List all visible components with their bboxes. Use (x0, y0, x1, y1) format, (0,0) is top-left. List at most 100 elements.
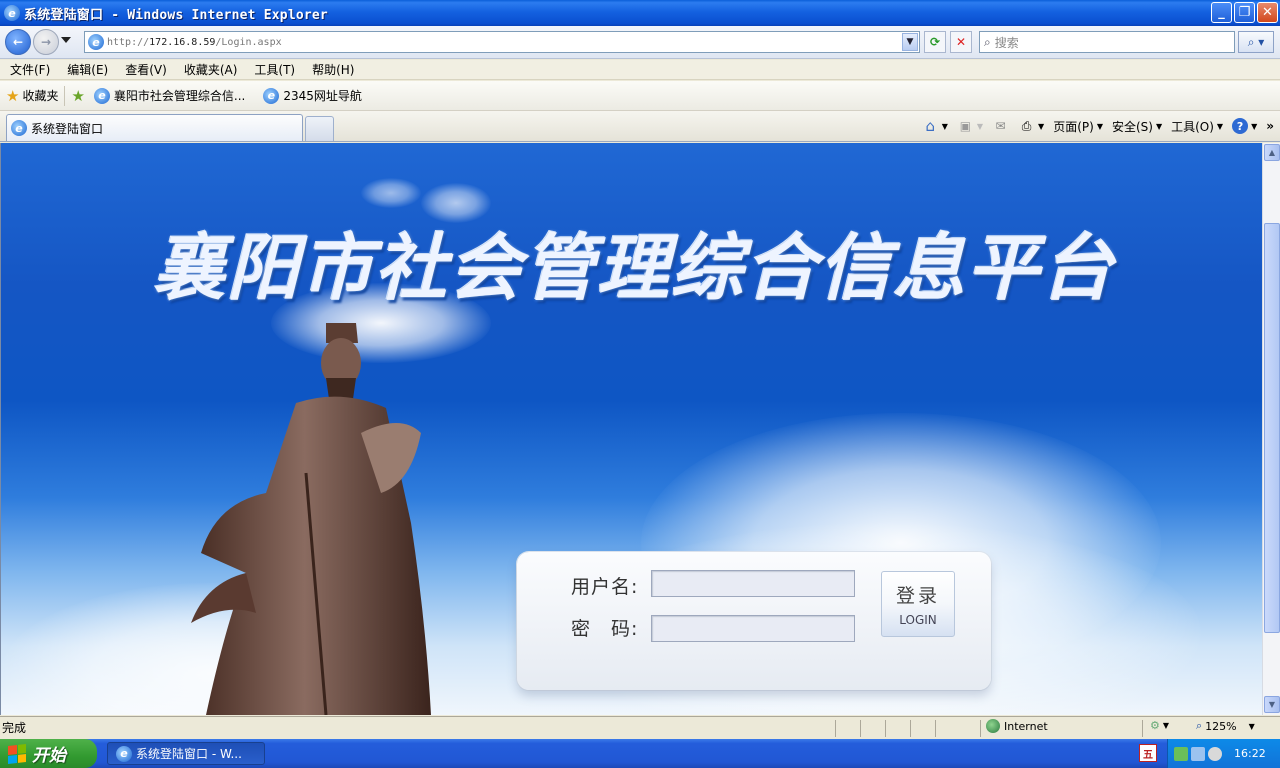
page-content: 襄阳市社会管理综合信息平台 用户名: 密 码: 登录 LOGIN (0, 143, 1262, 715)
username-input[interactable] (651, 570, 855, 597)
status-divider (885, 720, 886, 737)
search-icon: ⌕ ▾ (1247, 34, 1265, 49)
login-panel: 用户名: 密 码: 登录 LOGIN (517, 552, 991, 690)
mail-icon: ✉ (995, 119, 1006, 133)
login-button-cn-label: 登录 (895, 585, 940, 607)
home-icon: ⌂ (925, 117, 935, 135)
address-toolbar: ← → e http://172.16.8.59/Login.aspx ▼ ⟳ … (0, 26, 1280, 59)
search-magnifier-icon: ⌕ (984, 34, 991, 49)
connection-icon[interactable] (1191, 746, 1205, 761)
help-button[interactable]: ? ▼ (1232, 118, 1257, 134)
status-divider (1142, 720, 1143, 737)
taskbar: 开始 e 系统登陆窗口 - W... 五 16:22 (0, 739, 1280, 768)
mail-button[interactable]: ✉ (992, 118, 1009, 135)
safety-menu[interactable]: 安全(S) ▼ (1112, 118, 1162, 135)
star-icon: ★ (6, 86, 20, 105)
ie-logo-icon: e (116, 745, 132, 762)
search-input[interactable]: ⌕ 搜索 (979, 31, 1235, 53)
clock: 16:22 (1234, 747, 1266, 760)
volume-icon[interactable] (1208, 746, 1222, 761)
minimize-button[interactable]: _ (1211, 2, 1232, 23)
tab-login-window[interactable]: e 系统登陆窗口 (6, 114, 303, 141)
safety-menu-label: 安全(S) (1111, 119, 1153, 134)
zoom-control[interactable]: ⌕ 125% ▼ (1196, 719, 1255, 733)
status-divider (860, 720, 861, 737)
stop-button[interactable]: ✕ (950, 31, 972, 53)
password-label: 密 码: (571, 618, 639, 640)
network-icon[interactable] (1174, 746, 1188, 761)
platform-title: 襄阳市社会管理综合信息平台 (153, 225, 1116, 310)
statue-image (191, 323, 431, 715)
print-button[interactable]: ⎙ ▼ (1018, 118, 1044, 135)
favorite-link-1[interactable]: e 襄阳市社会管理综合信... (93, 87, 246, 104)
security-zone[interactable]: Internet (986, 719, 1048, 733)
back-button[interactable]: ← (5, 29, 31, 55)
help-icon: ? (1232, 118, 1249, 134)
start-label: 开始 (32, 746, 66, 766)
favorites-button[interactable]: ★ 收藏夹 (6, 87, 58, 105)
tab-row: e 系统登陆窗口 ⌂ ▼ ▣ ▼ ✉ ⎙ ▼ 页面(P) ▼ 安全(S) ▼ 工具(O) ▼… (0, 111, 1280, 142)
favorites-bar: ★ 收藏夹 ★ e 襄阳市社会管理综合信... e 2345网址导航 (0, 81, 1280, 111)
maximize-button[interactable]: ❐ (1234, 2, 1255, 23)
globe-icon (986, 719, 1000, 733)
feeds-button[interactable]: ▣ ▼ (957, 118, 983, 135)
favorite-link-2[interactable]: e 2345网址导航 (263, 87, 362, 104)
protected-mode-button[interactable]: ⚙ ▼ (1150, 719, 1169, 732)
url-path: /Login.aspx (215, 36, 282, 48)
url-host: 172.16.8.59 (149, 36, 216, 48)
search-placeholder: 搜索 (994, 35, 1019, 50)
zoom-value: 125% (1205, 719, 1237, 733)
command-bar: ⌂ ▼ ▣ ▼ ✉ ⎙ ▼ 页面(P) ▼ 安全(S) ▼ 工具(O) ▼ ? ▼ » (913, 115, 1274, 137)
ie-page-icon: e (263, 87, 280, 104)
status-divider (935, 720, 936, 737)
input-method-icon[interactable]: 五 (1139, 744, 1157, 762)
status-divider (910, 720, 911, 737)
address-url[interactable]: http://172.16.8.59/Login.aspx (107, 37, 282, 48)
menu-help[interactable]: 帮助(H) (312, 61, 354, 78)
status-divider (980, 720, 981, 737)
zone-label: Internet (1004, 719, 1048, 733)
tools-menu[interactable]: 工具(O) ▼ (1171, 118, 1223, 135)
menu-file[interactable]: 文件(F) (10, 61, 50, 78)
scroll-thumb[interactable] (1264, 223, 1280, 633)
add-favorite-button[interactable]: ★ (71, 87, 87, 105)
search-button[interactable]: ⌕ ▾ (1238, 31, 1274, 53)
home-button[interactable]: ⌂ ▼ (922, 117, 947, 135)
start-button[interactable]: 开始 (0, 739, 97, 768)
page-icon: e (88, 34, 104, 50)
menu-view[interactable]: 查看(V) (125, 61, 167, 78)
forward-button[interactable]: → (33, 29, 59, 55)
menu-edit[interactable]: 编辑(E) (67, 61, 108, 78)
ie-page-icon: e (11, 120, 27, 136)
vertical-scrollbar[interactable]: ▲ ▼ (1262, 143, 1280, 715)
password-input[interactable] (651, 615, 855, 642)
status-bar: 完成 Internet ⚙ ▼ ⌕ 125% ▼ (0, 716, 1280, 738)
more-commands-chevron-icon[interactable]: » (1266, 119, 1274, 133)
menu-tools[interactable]: 工具(T) (254, 61, 295, 78)
cloud-decoration (421, 183, 491, 223)
tools-menu-label: 工具(O) (1171, 119, 1214, 134)
address-dropdown-button[interactable]: ▼ (902, 33, 918, 51)
favorites-label: 收藏夹 (22, 89, 59, 103)
menu-favorites[interactable]: 收藏夹(A) (184, 61, 238, 78)
status-text: 完成 (2, 721, 27, 735)
new-tab-button[interactable] (305, 116, 334, 141)
taskbar-item-label: 系统登陆窗口 - W... (136, 747, 242, 761)
status-divider (835, 720, 836, 737)
favorite-link-1-label: 襄阳市社会管理综合信... (113, 89, 246, 103)
login-button[interactable]: 登录 LOGIN (881, 571, 955, 637)
scroll-down-button[interactable]: ▼ (1264, 696, 1280, 713)
zoom-magnifier-icon: ⌕ (1196, 719, 1203, 732)
recent-pages-dropdown[interactable] (61, 37, 71, 43)
page-menu[interactable]: 页面(P) ▼ (1053, 118, 1103, 135)
protected-mode-icon: ⚙ (1150, 719, 1160, 732)
scroll-up-button[interactable]: ▲ (1264, 144, 1280, 161)
address-bar[interactable]: e http://172.16.8.59/Login.aspx ▼ (84, 31, 920, 53)
taskbar-item-ie[interactable]: e 系统登陆窗口 - W... (107, 742, 265, 765)
printer-icon: ⎙ (1021, 118, 1032, 133)
add-favorite-star-icon: ★ (71, 86, 85, 105)
ie-page-icon: e (93, 87, 110, 104)
url-prefix: http:// (107, 36, 150, 48)
refresh-button[interactable]: ⟳ (924, 31, 946, 53)
close-button[interactable]: ✕ (1257, 2, 1278, 23)
